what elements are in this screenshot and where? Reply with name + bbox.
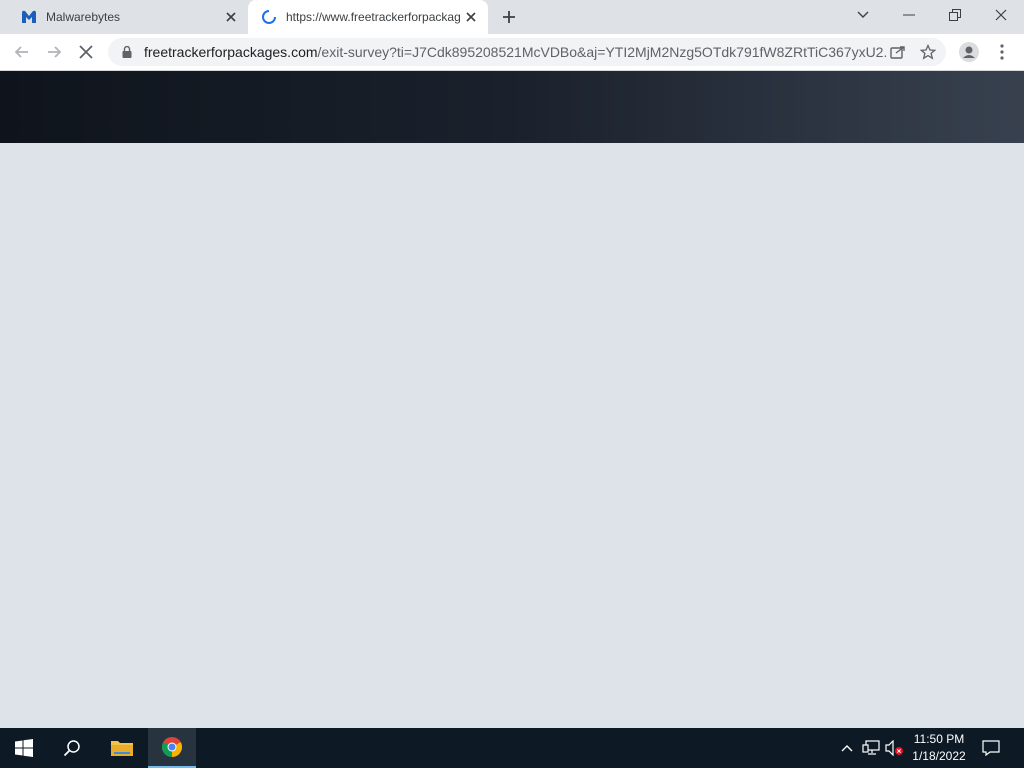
forward-button[interactable] bbox=[42, 40, 66, 64]
profile-avatar[interactable] bbox=[957, 40, 981, 64]
tab-strip: Malwarebytes https://www.freetrackerforp… bbox=[0, 0, 1024, 34]
tab-freetracker[interactable]: https://www.freetrackerforpackag bbox=[248, 0, 488, 34]
network-icon[interactable] bbox=[861, 738, 881, 758]
stop-button[interactable] bbox=[74, 40, 98, 64]
page-header-banner bbox=[0, 71, 1024, 143]
bookmark-star-icon[interactable] bbox=[916, 40, 940, 64]
tab-search-button[interactable] bbox=[840, 0, 886, 30]
close-icon bbox=[995, 9, 1007, 21]
windows-taskbar: 11:50 PM 1/18/2022 bbox=[0, 728, 1024, 768]
page-body bbox=[0, 143, 1024, 728]
restore-icon bbox=[949, 9, 961, 21]
minimize-button[interactable] bbox=[886, 0, 932, 30]
menu-button[interactable] bbox=[990, 40, 1014, 64]
close-tab-icon[interactable] bbox=[222, 8, 240, 26]
back-button[interactable] bbox=[10, 40, 34, 64]
search-button[interactable] bbox=[48, 728, 96, 768]
tab-title: Malwarebytes bbox=[46, 10, 121, 24]
share-icon[interactable] bbox=[886, 40, 910, 64]
lock-icon[interactable] bbox=[120, 45, 134, 59]
notification-center-icon[interactable] bbox=[981, 738, 1001, 758]
stop-icon bbox=[79, 45, 93, 59]
url-path: /exit-survey?ti=J7Cdk895208521McVDBo&aj=… bbox=[317, 44, 886, 60]
minimize-icon bbox=[903, 14, 915, 16]
start-button[interactable] bbox=[0, 728, 48, 768]
restore-button[interactable] bbox=[932, 0, 978, 30]
file-explorer-button[interactable] bbox=[98, 728, 146, 768]
chevron-down-icon bbox=[857, 11, 869, 18]
clock-time: 11:50 PM bbox=[913, 732, 965, 746]
address-bar[interactable]: freetrackerforpackages.com/exit-survey?t… bbox=[108, 38, 946, 66]
volume-muted-icon[interactable] bbox=[885, 738, 905, 758]
chrome-taskbar-button[interactable] bbox=[148, 728, 196, 768]
malwarebytes-logo-icon bbox=[20, 8, 38, 26]
search-icon bbox=[63, 740, 80, 757]
close-tab-icon[interactable] bbox=[462, 8, 480, 26]
more-vertical-icon bbox=[1000, 44, 1004, 60]
close-window-button[interactable] bbox=[978, 0, 1024, 30]
url-text[interactable]: freetrackerforpackages.com/exit-survey?t… bbox=[144, 44, 886, 60]
folder-icon bbox=[111, 741, 133, 756]
new-tab-button[interactable] bbox=[498, 6, 520, 28]
windows-logo-icon bbox=[15, 739, 33, 757]
system-clock[interactable]: 11:50 PM 1/18/2022 bbox=[904, 731, 974, 765]
clock-date: 1/18/2022 bbox=[912, 749, 966, 763]
browser-toolbar: freetrackerforpackages.com/exit-survey?t… bbox=[0, 34, 1024, 71]
url-host: freetrackerforpackages.com bbox=[144, 44, 318, 60]
chrome-logo-icon bbox=[162, 737, 182, 757]
show-hidden-icons-chevron-up-icon[interactable] bbox=[837, 738, 857, 758]
loading-spinner-icon bbox=[260, 8, 278, 26]
profile-icon bbox=[959, 42, 979, 62]
arrow-right-icon bbox=[48, 46, 62, 58]
tab-malwarebytes[interactable]: Malwarebytes bbox=[8, 0, 248, 34]
plus-icon bbox=[503, 11, 515, 23]
tab-title: https://www.freetrackerforpackag bbox=[286, 10, 461, 24]
arrow-left-icon bbox=[14, 46, 28, 58]
